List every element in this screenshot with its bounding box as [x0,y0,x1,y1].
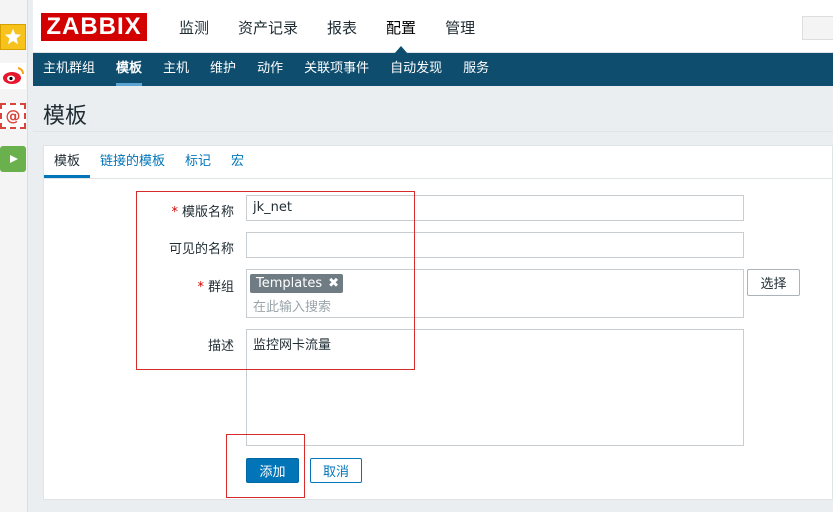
sub-nav-hosts[interactable]: 主机 [155,53,197,86]
top-nav-administration[interactable]: 管理 [435,0,485,53]
sub-nav-discovery[interactable]: 自动发现 [382,53,450,86]
template-name-label: * 模版名称 [44,201,234,220]
groups-search-placeholder[interactable]: 在此输入搜索 [253,296,331,315]
top-nav-configuration[interactable]: 配置 [376,0,426,54]
top-nav-inventory[interactable]: 资产记录 [228,0,308,53]
group-chip-label: Templates [256,276,323,291]
global-search-input[interactable] [802,16,833,40]
top-nav-monitoring[interactable]: 监测 [169,0,219,53]
tab-linked-templates[interactable]: 链接的模板 [90,146,175,178]
weibo-icon[interactable] [0,63,26,89]
tv-icon[interactable] [0,146,26,172]
mail-icon[interactable]: @ [0,103,26,129]
app-launcher-strip: @ [0,0,28,512]
template-name-label-text: 模版名称 [181,205,234,220]
main-area: ZABBIX 监测 资产记录 报表 配置 管理 主机群组 模板 主机 维护 动作… [33,0,833,512]
required-mark: * [171,205,178,220]
description-label: 描述 [207,339,234,354]
sub-nav-services[interactable]: 服务 [455,53,497,86]
sub-nav-templates[interactable]: 模板 [108,53,150,86]
groups-multiselect[interactable]: Templates ✖ 在此输入搜索 [246,269,744,318]
sub-nav-maintenance[interactable]: 维护 [202,53,244,86]
add-button[interactable]: 添加 [246,458,299,483]
tab-macros[interactable]: 宏 [221,146,254,178]
template-form-panel: 模板 链接的模板 标记 宏 * 模版名称 jk_net 可见的名称 * 群组 Tem… [43,145,833,500]
cancel-button[interactable]: 取消 [310,458,362,483]
sub-nav: 主机群组 模板 主机 维护 动作 关联项事件 自动发现 服务 [33,53,833,86]
visible-name-input[interactable] [246,232,744,258]
remove-chip-icon[interactable]: ✖ [328,274,339,293]
groups-label: * 群组 [44,276,234,295]
sub-nav-event-correlation[interactable]: 关联项事件 [296,53,377,86]
title-divider [33,131,833,132]
top-nav: 监测 资产记录 报表 配置 管理 [169,0,494,54]
zabbix-logo[interactable]: ZABBIX [41,13,147,41]
top-nav-reports[interactable]: 报表 [317,0,367,53]
description-textarea[interactable]: 监控网卡流量 [246,329,744,446]
favorites-star-icon[interactable] [0,24,26,50]
sub-nav-actions[interactable]: 动作 [249,53,291,86]
form-tabs: 模板 链接的模板 标记 宏 [44,146,833,179]
top-bar: ZABBIX 监测 资产记录 报表 配置 管理 [33,0,833,54]
template-name-input[interactable]: jk_net [246,195,744,221]
select-groups-button[interactable]: 选择 [747,269,800,296]
visible-name-label: 可见的名称 [168,242,234,257]
group-chip-templates: Templates ✖ [250,274,343,293]
page-title: 模板 [43,104,88,129]
required-mark: * [197,280,204,295]
groups-label-text: 群组 [207,280,234,295]
tab-template[interactable]: 模板 [44,146,91,178]
sub-nav-host-groups[interactable]: 主机群组 [35,53,103,86]
tab-tags[interactable]: 标记 [175,146,221,178]
